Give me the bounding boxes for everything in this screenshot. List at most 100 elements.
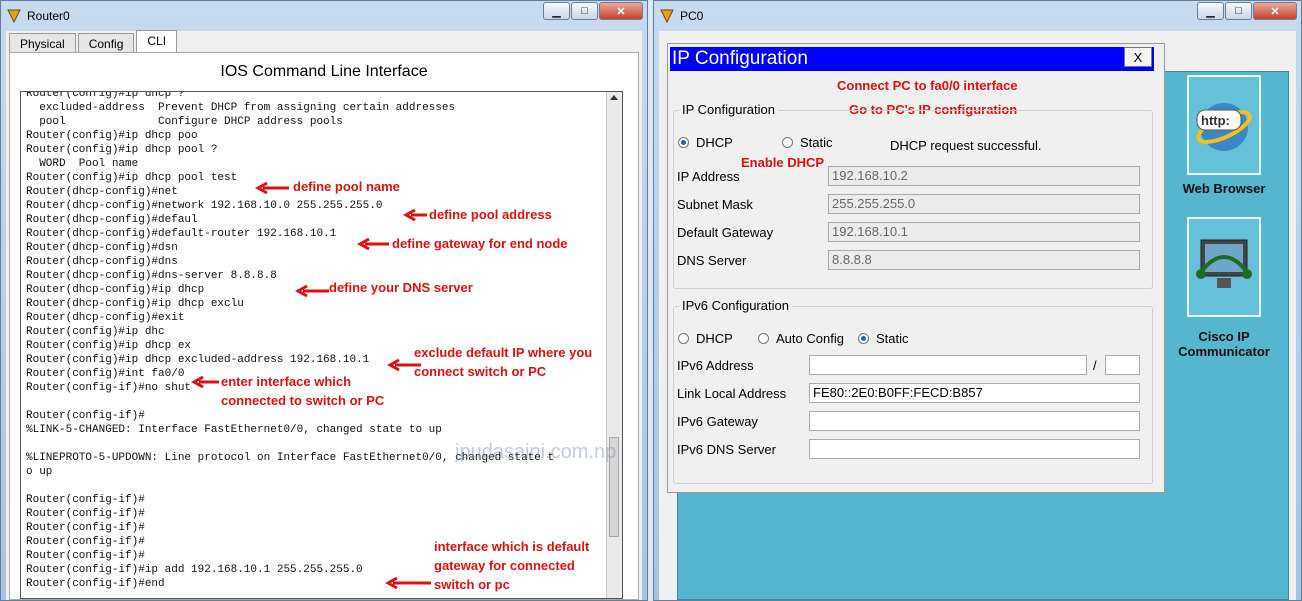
terminal-scrollbar[interactable]: [606, 92, 622, 598]
dialog-close-button[interactable]: X: [1124, 47, 1152, 67]
maximize-button[interactable]: □: [1225, 2, 1252, 20]
tab-cli[interactable]: CLI: [136, 30, 178, 53]
cli-heading: IOS Command Line Interface: [220, 63, 428, 80]
app-ip-communicator[interactable]: Cisco IP Communicator: [1174, 217, 1274, 359]
arrow-left-icon: [357, 237, 389, 251]
watermark: jpudasaini.com.np: [455, 441, 617, 463]
app-label: Web Browser: [1182, 181, 1266, 196]
pc-app-icon: [660, 9, 674, 23]
ip-address-field[interactable]: 192.168.10.2: [828, 166, 1140, 186]
annotation-exclude-1: exclude default IP where you: [414, 345, 593, 360]
terminal-line: Router(config-if)#: [26, 410, 145, 422]
ipv4-static-radio[interactable]: [782, 137, 793, 148]
tab-physical[interactable]: Physical: [9, 33, 76, 53]
arrow-left-icon: [403, 208, 427, 222]
maximize-button[interactable]: □: [571, 2, 598, 20]
ipv6-dns-field[interactable]: [809, 439, 1140, 459]
annotation-exclude-2: connect switch or PC: [414, 364, 547, 379]
ipv4-dhcp-radio[interactable]: [678, 137, 689, 148]
subnet-mask-label: Subnet Mask: [677, 197, 753, 212]
router-client: Physical Config CLI IOS Command Line Int…: [6, 30, 642, 600]
subnet-mask-field[interactable]: 255.255.255.0: [828, 194, 1140, 214]
ipv6-auto-config-label: Auto Config: [776, 331, 844, 346]
link-local-field[interactable]: FE80::2E0:B0FF:FECD:B857: [809, 383, 1140, 403]
ipv6-gateway-label: IPv6 Gateway: [677, 414, 758, 429]
ipv4-group-label: IP Configuration: [679, 102, 778, 117]
annotation-gw-iface-1: interface which is default: [434, 539, 590, 554]
terminal-line: Router(dhcp-config)#dns-server 8.8.8.8: [26, 270, 277, 282]
close-button[interactable]: ✕: [599, 2, 643, 20]
annotation-gw-iface-2: gateway for connected: [434, 558, 575, 573]
link-local-label: Link Local Address: [677, 386, 787, 401]
arrow-left-icon: [385, 576, 431, 590]
annotation-dns: define your DNS server: [329, 280, 473, 295]
pc-window: PC0 ▁ □ ✕ http: Web Browser Cisco IP Com…: [653, 0, 1302, 601]
app-web-browser[interactable]: http: Web Browser: [1174, 75, 1274, 196]
terminal-line: o up: [26, 466, 53, 478]
router-tabs: Physical Config CLI: [9, 30, 179, 53]
terminal-line: pool Configure DHCP address pools: [26, 116, 343, 128]
terminal-line: excluded-address Prevent DHCP from assig…: [26, 102, 456, 114]
annotation-gateway: define gateway for end node: [392, 236, 568, 251]
pc-window-title: PC0: [680, 9, 704, 23]
terminal-line: Router(dhcp-config)#ip dhcp: [26, 284, 205, 296]
router-window: Router0 ▁ □ ✕ Physical Config CLI IOS Co…: [0, 0, 648, 601]
ipv4-static-label: Static: [800, 135, 833, 150]
web-browser-icon-text: http:: [1201, 113, 1230, 128]
ipv6-dhcp-radio[interactable]: [678, 333, 689, 344]
ipv6-auto-config-radio[interactable]: [758, 333, 769, 344]
ipv6-group-label: IPv6 Configuration: [679, 298, 792, 313]
default-gateway-field[interactable]: 192.168.10.1: [828, 222, 1140, 242]
terminal-line: Router(dhcp-config)#ip dhcp exclu: [26, 298, 244, 310]
pc-titlebar[interactable]: PC0 ▁ □ ✕: [654, 1, 1301, 31]
ipv6-address-label: IPv6 Address: [677, 358, 754, 373]
ipv4-dhcp-label: DHCP: [696, 135, 733, 150]
terminal-line: Router(config)#ip dhc: [26, 326, 165, 338]
scroll-up-icon[interactable]: [610, 95, 618, 100]
minimize-button[interactable]: ▁: [543, 2, 570, 20]
annotation-interface-1: enter interface which: [221, 374, 352, 389]
terminal-line: Router(dhcp-config)#exit: [26, 312, 185, 324]
terminal-line: Router(config)#ip dhcp ?: [26, 91, 185, 100]
ip-configuration-dialog: IP Configuration X Connect PC to fa0/0 i…: [667, 43, 1165, 493]
ipv6-address-field[interactable]: [809, 355, 1087, 375]
ipv6-gateway-field[interactable]: [809, 411, 1140, 431]
close-button[interactable]: ✕: [1253, 2, 1297, 20]
router-titlebar[interactable]: Router0 ▁ □ ✕: [1, 1, 647, 31]
dns-server-field[interactable]: 8.8.8.8: [828, 250, 1140, 270]
arrow-left-icon: [255, 181, 289, 195]
arrow-left-icon: [191, 375, 219, 389]
ip-communicator-icon: [1187, 217, 1261, 317]
dialog-title: IP Configuration: [670, 47, 1154, 71]
router-window-title: Router0: [27, 9, 70, 23]
annotation-interface-2: connected to switch or PC: [221, 393, 385, 408]
pc-client: http: Web Browser Cisco IP Communicator …: [659, 31, 1296, 600]
terminal-line: Router(config)#ip dhcp poo: [26, 130, 198, 142]
tab-config[interactable]: Config: [77, 33, 135, 53]
ipv6-static-label: Static: [876, 331, 909, 346]
router-app-icon: [7, 9, 21, 23]
prefix-separator: /: [1093, 358, 1097, 373]
note-connect: Connect PC to fa0/0 interface: [837, 78, 1018, 93]
terminal-line: %LINK-5-CHANGED: Interface FastEthernet0…: [26, 424, 442, 436]
ipv6-prefix-field[interactable]: [1105, 355, 1140, 375]
minimize-button[interactable]: ▁: [1197, 2, 1224, 20]
ipv6-static-radio[interactable]: [858, 333, 869, 344]
cli-panel: IOS Command Line Interface Router(config…: [9, 52, 639, 600]
terminal-output: Router(config)#ip dhcp ? excluded-addres…: [26, 91, 554, 591]
terminal-line: Router(config-if)#: [26, 508, 145, 520]
terminal-line: Router(config)#ip dhcp pool ?: [26, 144, 218, 156]
note-enable: Enable DHCP: [741, 155, 825, 170]
annotation-pool-address: define pool address: [429, 207, 552, 222]
dns-server-label: DNS Server: [677, 253, 747, 268]
terminal-line: Router(config-if)#: [26, 522, 145, 534]
arrow-left-icon: [295, 284, 329, 298]
terminal-line: WORD Pool name: [26, 158, 139, 170]
ipv6-dhcp-label: DHCP: [696, 331, 733, 346]
annotation-pool-name: define pool name: [293, 179, 400, 194]
terminal-line: Router(config-if)#: [26, 494, 145, 506]
app-label: Cisco IP Communicator: [1178, 329, 1270, 359]
web-browser-icon: http:: [1187, 75, 1261, 175]
ipv6-dns-label: IPv6 DNS Server: [677, 442, 776, 457]
